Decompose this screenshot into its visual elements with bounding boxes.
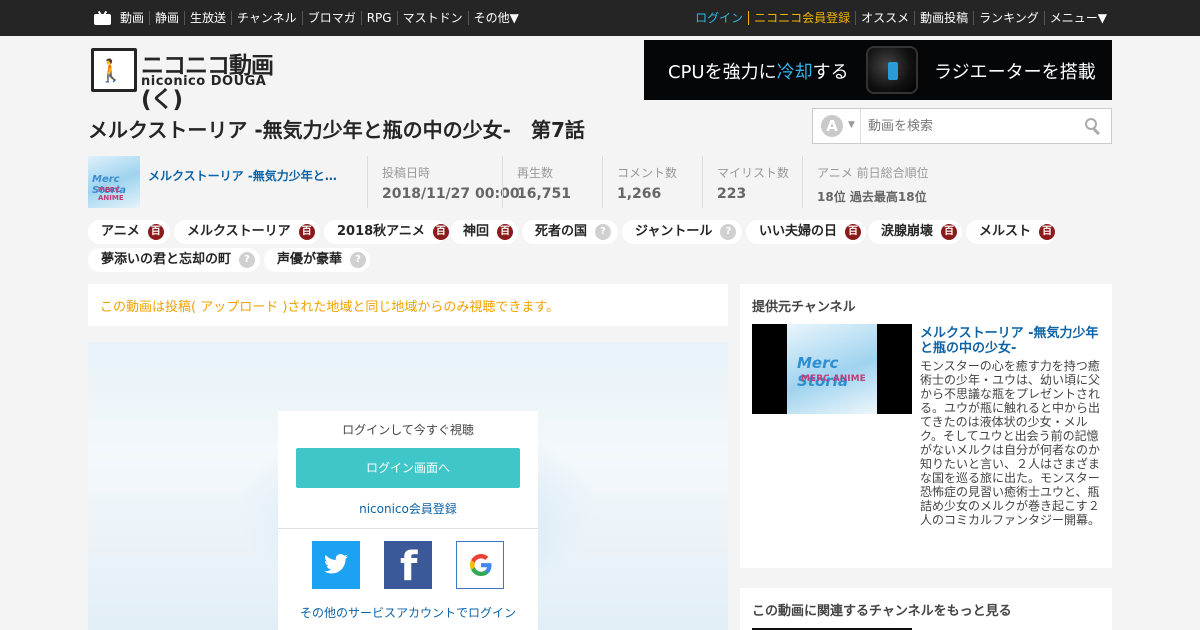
encyclopedia-icon[interactable]: 百 [432, 224, 449, 240]
tag-item[interactable]: メルクストーリア百 [174, 220, 320, 244]
nav-channel[interactable]: チャンネル [231, 11, 302, 25]
encyclopedia-icon[interactable]: 百 [497, 224, 514, 240]
login-prompt: ログインして今すぐ視聴 [342, 423, 474, 437]
tag-item[interactable]: メルスト百 [966, 220, 1056, 244]
nav-seiga[interactable]: 静画 [149, 11, 184, 25]
encyclopedia-icon[interactable]: 百 [147, 224, 164, 240]
tag-item[interactable]: 声優が豪華? [264, 248, 370, 272]
search-mode-select[interactable]: A ▼ [813, 109, 861, 143]
search-box: A ▼ [812, 108, 1112, 144]
facebook-login-button[interactable]: f [384, 541, 432, 589]
tag-item[interactable]: 2018秋アニメ百 [324, 220, 449, 244]
related-channels-panel: この動画に関連するチャンネルをもっと見る [740, 588, 1112, 630]
channel-name-link[interactable]: メルクストーリア -無気力少年と瓶の中の少女- [148, 167, 343, 184]
facebook-icon: f [400, 544, 418, 590]
niconico-tv-icon[interactable] [94, 10, 111, 25]
twitter-icon [324, 554, 348, 574]
google-login-button[interactable] [456, 541, 504, 589]
nav-douga[interactable]: 動画 [115, 11, 149, 25]
global-nav-bar: 動画 静画 生放送 チャンネル ブロマガ RPG マストドン その他▼ ログイン… [0, 0, 1200, 36]
stat-ranking[interactable]: アニメ 前日総合順位 18位 過去最高18位 [802, 156, 982, 208]
logo-subtext: niconico DOUGA [141, 74, 267, 89]
channel-thumbnail[interactable]: Merc Storia MERC ANIME [88, 156, 140, 208]
ad-text-right: ラジエーターを搭載 [934, 62, 1096, 83]
nav-right: ログイン ニコニコ会員登録 オススメ 動画投稿 ランキング メニュー▼ [690, 11, 1112, 25]
encyclopedia-icon[interactable]: 百 [1039, 224, 1056, 240]
encyclopedia-icon[interactable]: 百 [298, 224, 315, 240]
search-icon[interactable] [1085, 118, 1101, 136]
related-channels-heading: この動画に関連するチャンネルをもっと見る [752, 604, 1012, 619]
encyclopedia-missing-icon[interactable]: ? [720, 224, 737, 240]
video-player[interactable]: ログインして今すぐ視聴 ログイン画面へ niconico会員登録 f その他のサ… [88, 342, 728, 630]
divider [278, 528, 538, 529]
login-button[interactable]: ログイン画面へ [296, 448, 520, 488]
register-account-link[interactable]: niconico会員登録 [278, 500, 538, 517]
site-logo[interactable]: 🚶 ニコニコ動画(く) niconico DOUGA [91, 46, 311, 113]
stat-mylist: マイリスト数 223 [702, 156, 802, 208]
nav-rpg[interactable]: RPG [360, 11, 397, 25]
nav-ranking[interactable]: ランキング [973, 11, 1044, 25]
stat-comments: コメント数 1,266 [602, 156, 702, 208]
tag-item[interactable]: 神回百 [450, 220, 518, 244]
video-title: メルクストーリア -無気力少年と瓶の中の少女- 第7話 [88, 118, 585, 142]
encyclopedia-icon[interactable]: 百 [941, 224, 958, 240]
provider-channel-description: モンスターの心を癒す力を持つ癒術士の少年・ユウは、幼い頃に父から不思議な瓶をプレ… [920, 359, 1101, 527]
nav-blomaga[interactable]: ブロマガ [301, 11, 361, 25]
tag-item[interactable]: 死者の国? [522, 220, 618, 244]
login-panel: ログインして今すぐ視聴 ログイン画面へ niconico会員登録 f その他のサ… [278, 411, 538, 630]
provider-channel-panel: 提供元チャンネル Merc Storia MERC ANIME メルクストーリア… [740, 284, 1112, 568]
tag-item[interactable]: 夢添いの君と忘却の町? [88, 248, 260, 272]
ad-text-left: CPUを強力に冷却する [668, 62, 849, 83]
provider-channel-title[interactable]: メルクストーリア -無気力少年と瓶の中の少女- [920, 326, 1102, 356]
provider-channel-heading: 提供元チャンネル [752, 300, 856, 315]
ad-cooler-image [866, 46, 918, 94]
nav-upload[interactable]: 動画投稿 [914, 11, 973, 25]
stat-views: 再生数 16,751 [502, 156, 602, 208]
encyclopedia-missing-icon[interactable]: ? [350, 252, 367, 268]
nav-recommend[interactable]: オススメ [855, 11, 914, 25]
chevron-down-icon: ▼ [848, 120, 855, 130]
google-icon [470, 554, 492, 576]
ad-banner[interactable]: CPUを強力に冷却する ラジエーターを搭載 [644, 40, 1112, 100]
search-mode-icon: A [821, 115, 843, 137]
nav-live[interactable]: 生放送 [184, 11, 231, 25]
encyclopedia-missing-icon[interactable]: ? [595, 224, 612, 240]
nav-left: 動画 静画 生放送 チャンネル ブロマガ RPG マストドン その他▼ [94, 10, 524, 25]
nav-others[interactable]: その他▼ [467, 11, 524, 25]
stat-posted: 投稿日時 2018/11/27 00:00 [367, 156, 520, 208]
search-input[interactable] [862, 109, 1082, 143]
tag-item[interactable]: いい夫婦の日百 [746, 220, 866, 244]
encyclopedia-missing-icon[interactable]: ? [239, 252, 256, 268]
twitter-login-button[interactable] [312, 541, 360, 589]
tag-item[interactable]: アニメ百 [88, 220, 170, 244]
logo-mark: 🚶 [91, 48, 137, 92]
tag-item[interactable]: 涙腺崩壊百 [868, 220, 962, 244]
login-link[interactable]: ログイン [690, 11, 748, 25]
region-notice: この動画は投稿( アップロード )された地域と同じ地域からのみ視聴できます。 [88, 284, 728, 326]
encyclopedia-icon[interactable]: 百 [845, 224, 862, 240]
other-service-login-link[interactable]: その他のサービスアカウントでログイン [278, 604, 538, 621]
nav-menu[interactable]: メニュー▼ [1043, 11, 1112, 25]
nav-mastodon[interactable]: マストドン [396, 11, 468, 25]
tag-item[interactable]: ジャントール? [622, 220, 742, 244]
provider-channel-thumbnail[interactable]: Merc Storia MERC ANIME [752, 324, 912, 414]
register-link[interactable]: ニコニコ会員登録 [748, 11, 855, 25]
